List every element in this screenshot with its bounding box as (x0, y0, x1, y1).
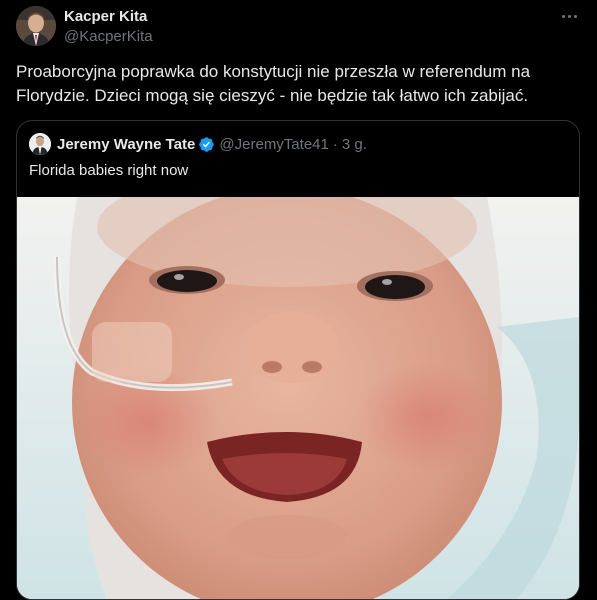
quoted-text: Florida babies right now (29, 162, 189, 179)
tweet[interactable]: Kacper Kita @KacperKita Proaborcyjna pop… (0, 0, 597, 600)
verified-badge-icon (199, 136, 215, 152)
tweet-text: Proaborcyjna poprawka do konstytucji nie… (16, 62, 531, 105)
quoted-timestamp[interactable]: 3 g. (342, 136, 367, 153)
quoted-avatar-image (29, 133, 51, 155)
author-avatar[interactable] (16, 6, 56, 46)
author-avatar-image (16, 6, 56, 46)
quoted-avatar[interactable] (29, 133, 51, 155)
author-handle[interactable]: @KacperKita (64, 28, 153, 45)
baby-photo-image (17, 197, 579, 599)
quoted-header: Jeremy Wayne Tate @JeremyTate41 · 3 g. (29, 133, 367, 155)
quoted-separator: · (332, 135, 338, 153)
quoted-author-handle[interactable]: @JeremyTate41 (219, 136, 328, 153)
quoted-tweet[interactable]: Jeremy Wayne Tate @JeremyTate41 · 3 g. F… (16, 120, 580, 600)
author-name[interactable]: Kacper Kita (64, 8, 147, 25)
quoted-media-photo[interactable] (17, 197, 579, 599)
quoted-author-name[interactable]: Jeremy Wayne Tate (57, 136, 195, 153)
more-options-icon[interactable] (557, 6, 581, 26)
